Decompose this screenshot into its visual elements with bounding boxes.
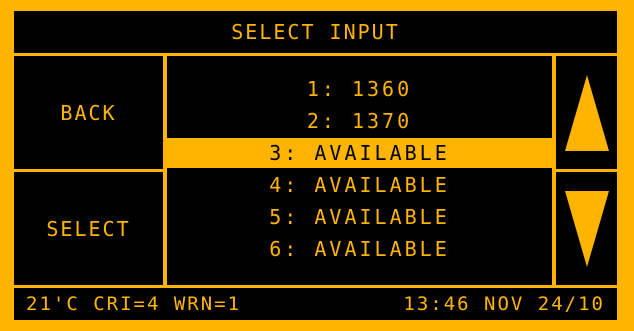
list-item-4[interactable]: 4: AVAILABLE [167,170,552,200]
status-bar: 21'C CRI=4 WRN=1 13:46 NOV 24/10 [14,288,617,320]
list-item-1[interactable]: 1: 1360 [167,74,552,104]
back-button[interactable]: BACK [14,56,163,169]
list-item-label: 1: 1360 [306,77,413,101]
list-item-label: 6: AVAILABLE [269,237,450,261]
select-button-label: SELECT [46,216,131,241]
list-item-label: 4: AVAILABLE [269,173,450,197]
status-datetime-text: 13:46 NOV 24/10 [403,293,605,315]
scroll-down-button[interactable] [556,172,617,285]
list-item-6[interactable]: 6: AVAILABLE [167,234,552,264]
page-title-text: SELECT INPUT [231,20,400,44]
triangle-down-icon [564,190,609,267]
scroll-up-button[interactable] [556,56,617,169]
list-item-5[interactable]: 5: AVAILABLE [167,202,552,232]
list-item-label: 3: AVAILABLE [269,141,450,165]
page-title: SELECT INPUT [14,11,617,53]
device-screen: SELECT INPUT BACK SELECT 1: 1360 2: 1370… [0,0,634,331]
triangle-up-icon [564,74,609,151]
select-button[interactable]: SELECT [14,172,163,285]
input-list: 1: 1360 2: 1370 3: AVAILABLE 4: AVAILABL… [167,56,552,285]
status-left-text: 21'C CRI=4 WRN=1 [26,293,242,315]
list-item-3-selected[interactable]: 3: AVAILABLE [167,138,552,168]
list-item-label: 2: 1370 [306,109,413,133]
back-button-label: BACK [60,100,117,125]
list-item-label: 5: AVAILABLE [269,205,450,229]
list-item-2[interactable]: 2: 1370 [167,106,552,136]
